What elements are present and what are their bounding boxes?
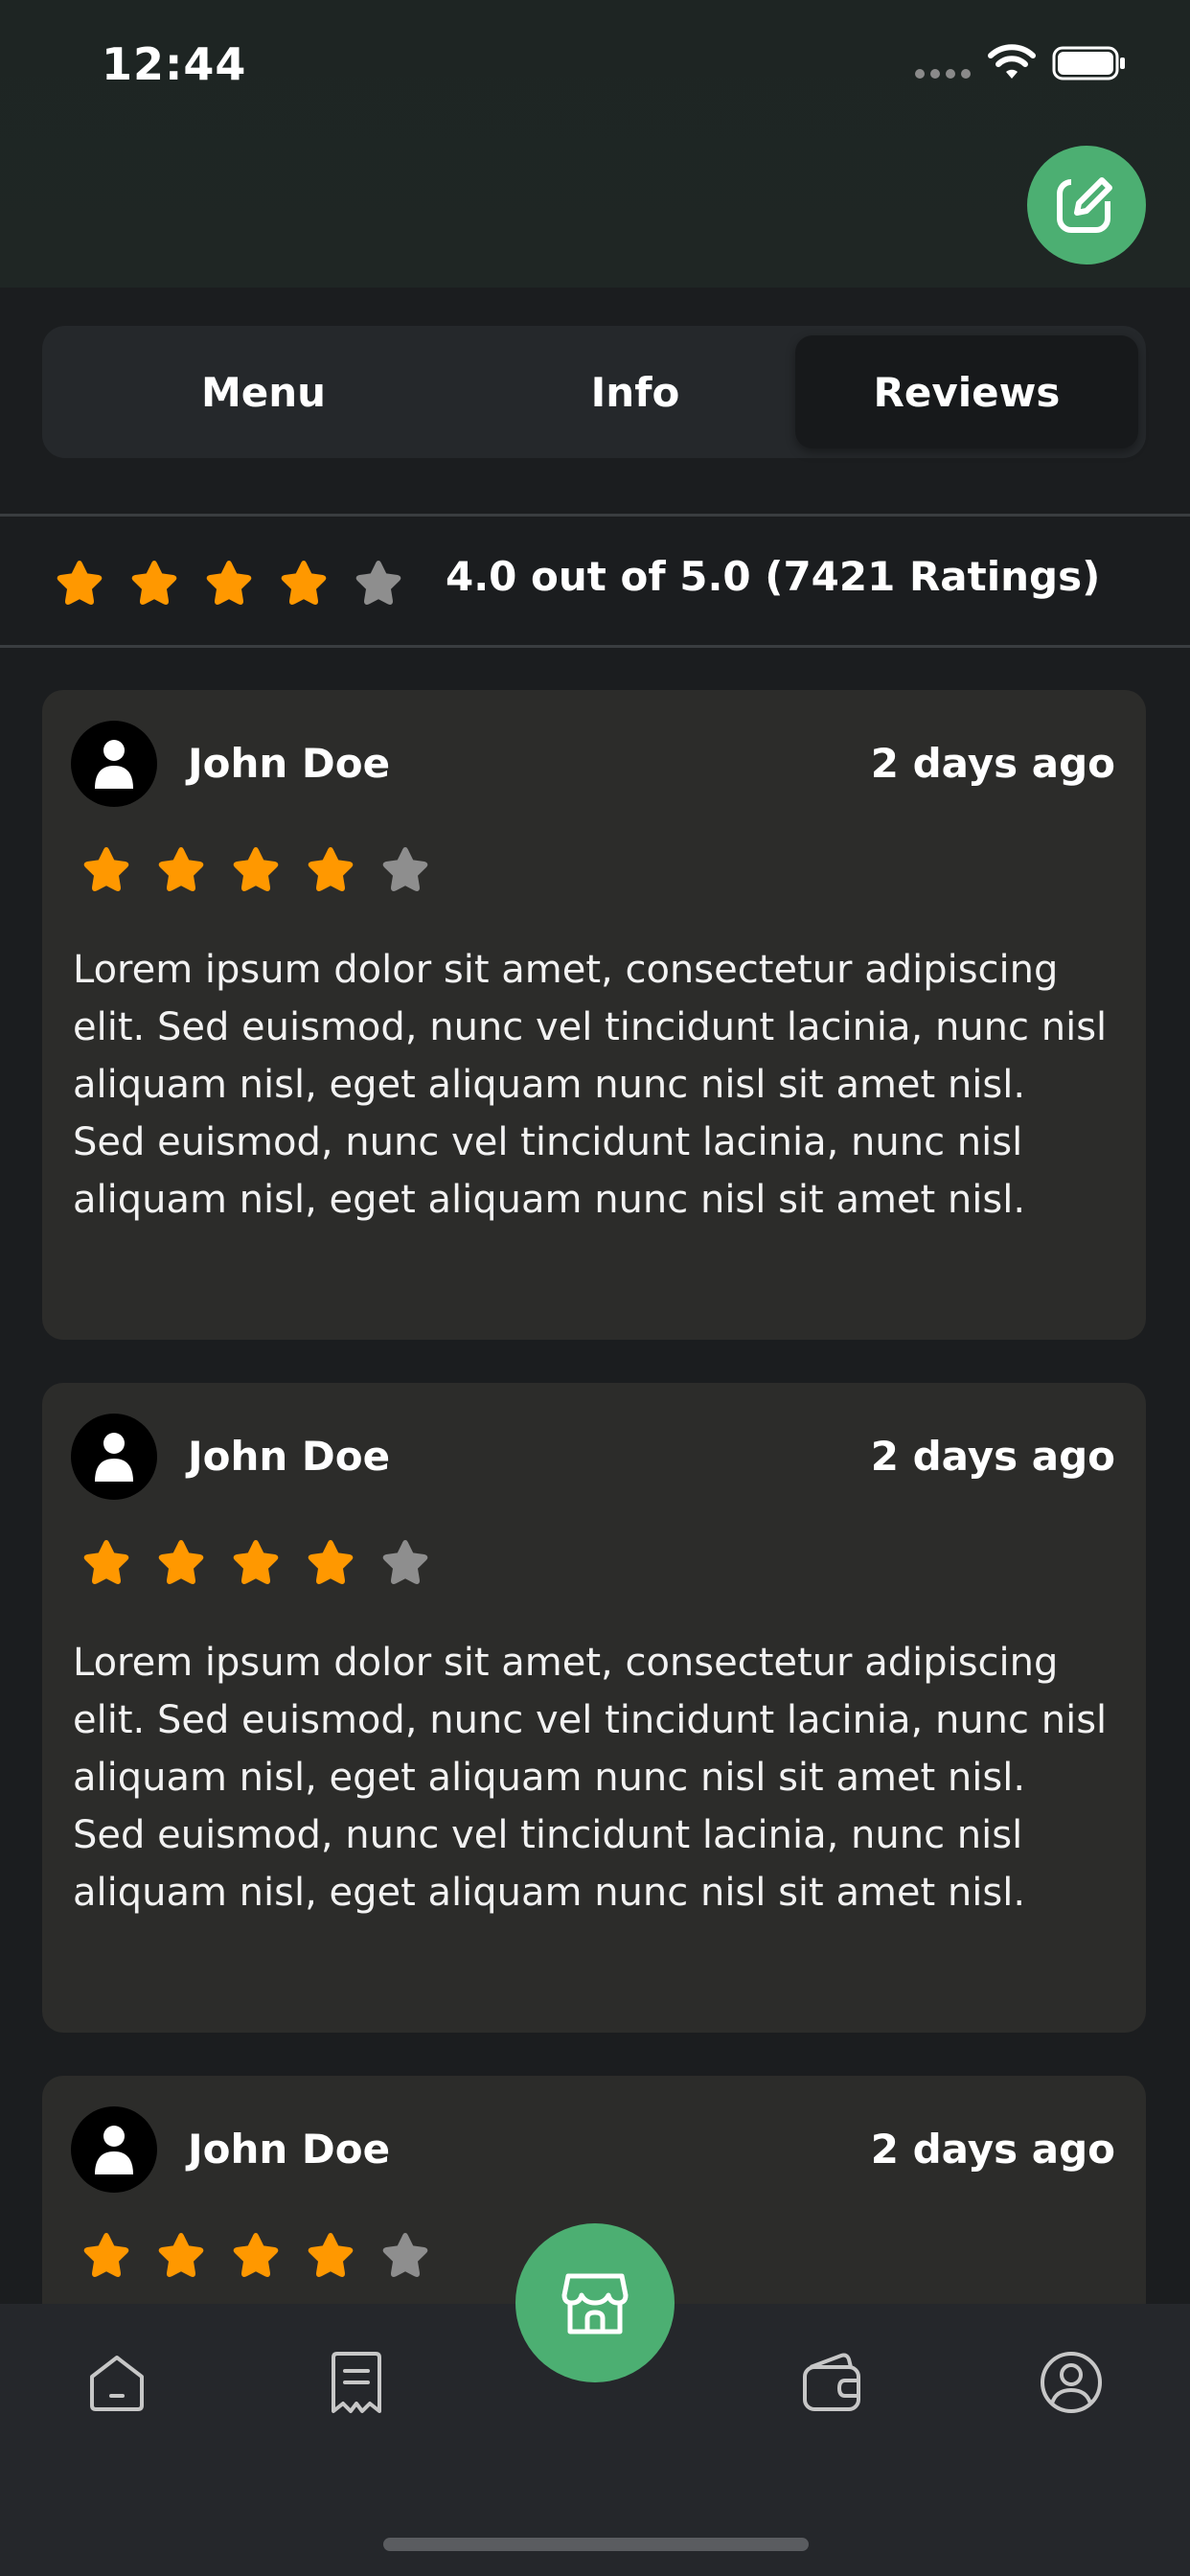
- avatar: [71, 721, 157, 807]
- review-text: Lorem ipsum dolor sit amet, consectetur …: [73, 1641, 1108, 1915]
- store-button[interactable]: [515, 2223, 675, 2382]
- store-icon: [561, 2273, 629, 2334]
- reviewer-name: John Doe: [188, 1433, 391, 1480]
- star-empty-icon: [355, 561, 401, 605]
- signal-icon: [915, 69, 971, 79]
- star-filled-icon: [233, 847, 279, 891]
- avatar: [71, 1414, 157, 1500]
- reviewer-name: John Doe: [188, 740, 391, 787]
- rating-summary: 4.0 out of 5.0 (7421 Ratings): [446, 553, 1101, 600]
- segmented-tabs: Menu Info Reviews: [42, 326, 1146, 458]
- user-icon: [95, 740, 133, 789]
- star-empty-icon: [382, 2233, 428, 2277]
- tab-menu[interactable]: Menu: [92, 335, 435, 448]
- battery-icon: [1052, 46, 1125, 80]
- avatar: [71, 2106, 157, 2193]
- star-filled-icon: [233, 1540, 279, 1584]
- tab-reviews[interactable]: Reviews: [795, 335, 1138, 448]
- star-filled-icon: [83, 847, 129, 891]
- user-icon: [95, 1433, 133, 1482]
- status-time: 12:44: [102, 38, 247, 90]
- star-filled-icon: [308, 1540, 354, 1584]
- wifi-icon: [988, 44, 1036, 79]
- review-stars: [80, 2229, 431, 2281]
- review-stars: [80, 1536, 431, 1588]
- star-filled-icon: [158, 2233, 204, 2277]
- star-filled-icon: [206, 561, 252, 605]
- receipt-icon[interactable]: [322, 2348, 391, 2417]
- write-review-button[interactable]: [1027, 146, 1146, 264]
- star-filled-icon: [233, 2233, 279, 2277]
- star-filled-icon: [57, 561, 103, 605]
- review-date: 2 days ago: [870, 1433, 1115, 1480]
- review-stars: [80, 843, 431, 895]
- profile-icon[interactable]: [1037, 2348, 1106, 2417]
- reviewer-name: John Doe: [188, 2126, 391, 2173]
- review-date: 2 days ago: [870, 740, 1115, 787]
- home-icon[interactable]: [82, 2348, 151, 2417]
- star-filled-icon: [308, 2233, 354, 2277]
- review-card: John Doe 2 days ago Lorem ipsum dolor si…: [42, 1383, 1146, 2033]
- header: 12:44: [0, 0, 1190, 288]
- edit-icon: [1057, 172, 1121, 233]
- home-indicator: [383, 2538, 809, 2551]
- overall-rating-stars: [54, 557, 404, 609]
- star-filled-icon: [281, 561, 327, 605]
- star-empty-icon: [382, 847, 428, 891]
- star-filled-icon: [308, 847, 354, 891]
- tab-info[interactable]: Info: [464, 335, 807, 448]
- overall-rating: 4.0 out of 5.0 (7421 Ratings): [0, 514, 1190, 648]
- star-filled-icon: [131, 561, 177, 605]
- star-filled-icon: [158, 1540, 204, 1584]
- user-icon: [95, 2126, 133, 2174]
- wallet-icon[interactable]: [797, 2348, 866, 2417]
- review-card: John Doe 2 days ago Lorem ipsum dolor si…: [42, 690, 1146, 1340]
- star-filled-icon: [158, 847, 204, 891]
- star-filled-icon: [83, 2233, 129, 2277]
- review-date: 2 days ago: [870, 2126, 1115, 2173]
- star-filled-icon: [83, 1540, 129, 1584]
- review-text: Lorem ipsum dolor sit amet, consectetur …: [73, 948, 1108, 1222]
- star-empty-icon: [382, 1540, 428, 1584]
